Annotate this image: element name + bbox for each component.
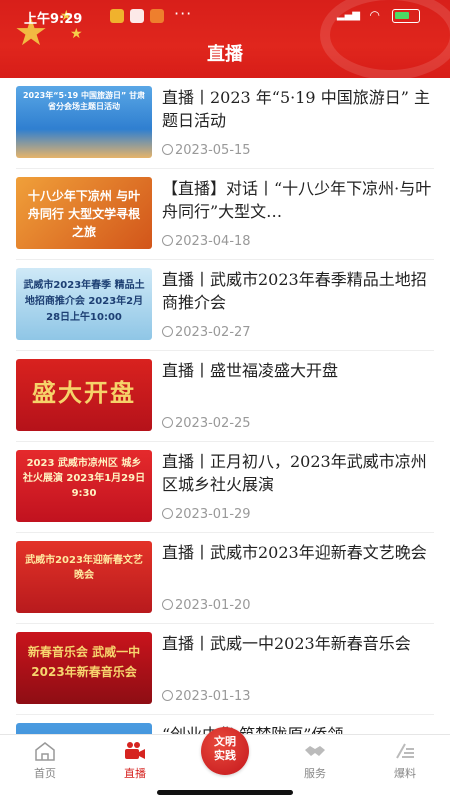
item-title: 直播丨武威市2023年迎新春文艺晚会: [162, 543, 427, 562]
clock-icon: [162, 690, 173, 701]
item-thumbnail: 2023年“5·19 中国旅游日” 甘肃省分会场主题日活动: [16, 86, 152, 158]
live-list[interactable]: 2023年“5·19 中国旅游日” 甘肃省分会场主题日活动 直播丨2023 年“…: [0, 78, 450, 734]
clock-icon: [162, 144, 173, 155]
item-title: 直播丨正月初八，2023年武威市凉州区城乡社火展演: [162, 452, 427, 494]
wifi-icon: ◠: [369, 8, 380, 22]
list-item[interactable]: 武威市2023年春季 精品土地招商推介会 2023年2月28日上午10:00 直…: [16, 260, 434, 351]
item-title: 直播丨武威市2023年春季精品土地招商推介会: [162, 270, 427, 312]
tab-label: 服务: [304, 767, 326, 780]
item-date: 2023-05-15: [162, 143, 251, 158]
tab-label: 首页: [34, 767, 56, 780]
thumbnail-text: 盛大开盘: [32, 379, 136, 407]
thumbnail-text: 十八少年下凉州 与叶舟同行 大型文学寻根之旅: [27, 189, 141, 239]
list-item[interactable]: 新春音乐会 武威一中2023年新春音乐会 直播丨武威一中2023年新春音乐会 2…: [16, 624, 434, 715]
item-title: “创业中华·筑梦陇原”侨领: [162, 723, 434, 734]
home-icon: [35, 742, 55, 761]
tab-service[interactable]: 服务: [270, 741, 360, 781]
item-date: 2023-02-25: [162, 416, 251, 431]
status-time: 上午9:29: [24, 12, 83, 27]
item-thumbnail: 盛大开盘: [16, 359, 152, 431]
item-title: 直播丨2023 年“5·19 中国旅游日” 主题日活动: [162, 88, 430, 130]
list-item[interactable]: 武威市2023年迎新春文艺晚会 直播丨武威市2023年迎新春文艺晚会 2023-…: [16, 533, 434, 624]
clock-icon: [162, 326, 173, 337]
item-title: 【直播】对话丨“十八少年下凉州·与叶舟同行”大型文…: [162, 179, 432, 221]
thumbnail-text: 新春音乐会 武威一中2023年新春音乐会: [27, 645, 141, 679]
handshake-icon: [305, 746, 325, 756]
tab-label: 爆料: [394, 767, 416, 780]
item-thumbnail: 新春音乐会 武威一中2023年新春音乐会: [16, 632, 152, 704]
tab-report[interactable]: 爆料: [360, 741, 450, 781]
civilization-badge-icon: 文明实践: [214, 735, 236, 762]
app-notification-icon: [150, 9, 164, 23]
signal-icon: ▂▄▆: [336, 10, 360, 21]
item-thumbnail: 武威市2023年迎新春文艺晚会: [16, 541, 152, 613]
header: ★ ★ ★ 上午9:29 ··· ▂▄▆ ◠ 直播: [0, 0, 450, 78]
app-notification-icon: [110, 9, 124, 23]
item-date: 2023-01-13: [162, 689, 251, 704]
app-notification-icon: [130, 9, 144, 23]
video-camera-icon: [125, 742, 145, 759]
edit-icon: [396, 743, 414, 759]
item-date: 2023-04-18: [162, 234, 251, 249]
tab-live[interactable]: 直播: [90, 741, 180, 781]
thumbnail-text: 武威市2023年春季 精品土地招商推介会 2023年2月28日上午10:00: [23, 280, 145, 323]
page-title: 直播: [207, 44, 243, 65]
thumbnail-text: 2023年“5·19 中国旅游日” 甘肃省分会场主题日活动: [22, 91, 146, 111]
home-indicator: [157, 790, 293, 795]
list-item[interactable]: 十八少年下凉州 与叶舟同行 大型文学寻根之旅 【直播】对话丨“十八少年下凉州·与…: [16, 169, 434, 260]
item-title: 直播丨盛世福凌盛大开盘: [162, 361, 339, 380]
civilization-practice-button[interactable]: 文明实践: [201, 727, 249, 775]
item-thumbnail: 武威市2023年春季 精品土地招商推介会 2023年2月28日上午10:00: [16, 268, 152, 340]
list-item[interactable]: 盛大开盘 直播丨盛世福凌盛大开盘 2023-02-25: [16, 351, 434, 442]
item-title: 直播丨武威一中2023年新春音乐会: [162, 634, 411, 653]
thumbnail-text: 武威市2023年迎新春文艺晚会: [25, 555, 143, 581]
list-item[interactable]: 2023年“5·19 中国旅游日” 甘肃省分会场主题日活动 直播丨2023 年“…: [16, 78, 434, 169]
list-item[interactable]: 2023 武威市凉州区 城乡社火展演 2023年1月29日 9:30 直播丨正月…: [16, 442, 434, 533]
item-date: 2023-01-20: [162, 598, 251, 613]
clock-icon: [162, 508, 173, 519]
thumbnail-text: 2023 武威市凉州区 城乡社火展演 2023年1月29日 9:30: [22, 458, 146, 499]
more-notifications-icon: ···: [174, 4, 193, 23]
clock-icon: [162, 599, 173, 610]
item-date: 2023-02-27: [162, 325, 251, 340]
item-date: 2023-01-29: [162, 507, 251, 522]
tab-label: 直播: [124, 767, 146, 780]
item-thumbnail: [16, 723, 152, 734]
item-thumbnail: 2023 武威市凉州区 城乡社火展演 2023年1月29日 9:30: [16, 450, 152, 522]
clock-icon: [162, 235, 173, 246]
tab-home[interactable]: 首页: [0, 741, 90, 781]
clock-icon: [162, 417, 173, 428]
battery-icon: [392, 9, 420, 23]
status-bar: 上午9:29 ··· ▂▄▆ ◠: [0, 4, 450, 28]
item-thumbnail: 十八少年下凉州 与叶舟同行 大型文学寻根之旅: [16, 177, 152, 249]
